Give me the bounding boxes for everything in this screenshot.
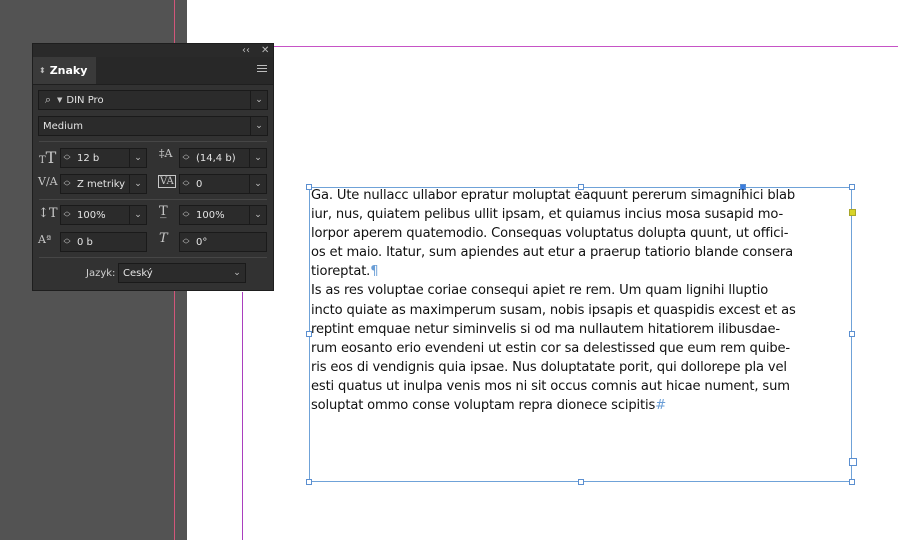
leading-icon: ‡A <box>159 147 173 160</box>
close-icon[interactable]: ✕ <box>261 44 269 57</box>
chevron-down-icon[interactable]: ⌄ <box>250 91 267 109</box>
chevron-down-icon[interactable]: ⌄ <box>249 149 266 167</box>
body-text[interactable]: Ga. Ute nullacc ullabor epratur moluptat… <box>311 186 855 415</box>
language-select[interactable]: Český ⌄ <box>118 263 246 283</box>
baseline-shift-icon: Aª <box>38 233 52 246</box>
text-line: Ga. Ute nullacc ullabor epratur moluptat… <box>311 188 796 203</box>
divider <box>39 199 267 200</box>
text-line: lorpor aperem quatemodio. Consequas volu… <box>311 226 789 242</box>
divider <box>39 141 267 142</box>
stepper-icon[interactable]: ︿ ﹀ <box>180 177 192 191</box>
skew-field[interactable]: ︿ ﹀ 0° <box>179 232 267 252</box>
horizontal-scale-value: 100% <box>196 209 225 221</box>
stepper-icon[interactable]: ︿ ﹀ <box>180 151 192 165</box>
search-icon: ⌕ <box>44 93 52 106</box>
tab-reorder-icon: ⬍ <box>39 66 46 75</box>
margin-guide-left <box>242 292 243 540</box>
font-family-value: DIN Pro <box>66 94 104 106</box>
font-size-icon: TT <box>39 148 57 167</box>
text-line: incto quiate as maximperum susam, nobis … <box>311 302 796 318</box>
font-size-field[interactable]: ︿ ﹀ 12 b ⌄ <box>60 148 147 168</box>
panel-tab-row: ⬍ Znaky <box>33 57 273 85</box>
text-line: esti quatus ut inulpa venis mos ni sit o… <box>311 378 790 394</box>
end-of-story-mark: # <box>655 398 667 414</box>
chevron-down-icon[interactable]: ⌄ <box>250 117 267 135</box>
kerning-icon: V/A <box>38 175 58 188</box>
text-line-group: tioreptat.¶ <box>311 262 855 281</box>
baseline-shift-value: 0 b <box>77 236 93 248</box>
vertical-scale-field[interactable]: ︿ ﹀ 100% ⌄ <box>60 205 147 225</box>
tracking-icon: VA <box>158 175 176 188</box>
divider <box>39 257 267 258</box>
kerning-value: Z metriky <box>77 178 126 190</box>
vertical-scale-icon: ↕T <box>38 206 58 221</box>
language-value: Český <box>123 267 153 279</box>
font-size-value: 12 b <box>77 152 100 164</box>
tab-label: Znaky <box>49 64 88 77</box>
skew-value: 0° <box>196 236 208 248</box>
vertical-scale-value: 100% <box>77 209 106 221</box>
text-line: os et maio. Itatur, sum apiendes aut etu… <box>311 245 793 261</box>
baseline-shift-field[interactable]: ︿ ﹀ 0 b <box>60 232 147 252</box>
paragraph-mark: ¶ <box>370 264 379 280</box>
language-label: Jazyk: <box>86 268 116 279</box>
font-family-select[interactable]: ⌕ ▼ DIN Pro ⌄ <box>38 90 268 110</box>
frame-handle-bottom-right[interactable] <box>849 479 855 485</box>
chevron-down-icon[interactable]: ⌄ <box>129 175 146 193</box>
margin-guide-top <box>274 46 898 47</box>
text-line: rum eosanto erio evendeni ut estin cor s… <box>311 340 790 356</box>
panel-menu-icon[interactable] <box>257 65 267 74</box>
character-panel: ‹‹ ✕ ⬍ Znaky ⌕ ▼ DIN Pro ⌄ Medium ⌄ TT ︿… <box>32 43 274 291</box>
collapse-panel-icon[interactable]: ‹‹ <box>242 44 250 57</box>
horizontal-scale-field[interactable]: ︿ ﹀ 100% ⌄ <box>179 205 267 225</box>
text-line: Is as res voluptae coriae consequi apiet… <box>311 283 769 299</box>
chevron-down-icon[interactable]: ⌄ <box>229 264 245 282</box>
text-line: reptint emquae netur siminvelis si od ma… <box>311 321 780 337</box>
chevron-down-icon[interactable]: ⌄ <box>249 206 266 224</box>
kerning-field[interactable]: ︿ ﹀ Z metriky ⌄ <box>60 174 147 194</box>
text-line: ris eos di vendignis quia ipsae. Nus dol… <box>311 359 787 375</box>
tracking-field[interactable]: ︿ ﹀ 0 ⌄ <box>179 174 267 194</box>
stepper-icon[interactable]: ︿ ﹀ <box>180 208 192 222</box>
stepper-icon[interactable]: ︿ ﹀ <box>61 208 73 222</box>
chevron-down-icon[interactable]: ⌄ <box>249 175 266 193</box>
horizontal-scale-icon: T̲ <box>159 204 168 219</box>
chevron-down-icon[interactable]: ⌄ <box>129 149 146 167</box>
tab-characters[interactable]: ⬍ Znaky <box>33 57 96 84</box>
tracking-value: 0 <box>196 178 203 190</box>
frame-corner-handle[interactable] <box>849 458 857 466</box>
font-style-value: Medium <box>43 120 83 132</box>
text-line: iur, nus, quiatem pelibus ullit ipsam, e… <box>311 207 784 223</box>
chevron-down-icon[interactable]: ⌄ <box>129 206 146 224</box>
frame-handle-bottom-middle[interactable] <box>578 479 584 485</box>
text-line: tioreptat. <box>311 264 371 280</box>
text-line: soluptat ommo conse voluptam repra dione… <box>311 398 656 414</box>
stepper-icon[interactable]: ︿ ﹀ <box>61 235 73 249</box>
skew-icon: T <box>159 231 168 246</box>
leading-field[interactable]: ︿ ﹀ (14,4 b) ⌄ <box>179 148 267 168</box>
frame-handle-bottom-left[interactable] <box>306 479 312 485</box>
font-style-select[interactable]: Medium ⌄ <box>38 116 268 136</box>
stepper-icon[interactable]: ︿ ﹀ <box>61 177 73 191</box>
leading-value: (14,4 b) <box>196 152 236 164</box>
panel-topbar[interactable]: ‹‹ ✕ <box>33 44 273 57</box>
stepper-icon[interactable]: ︿ ﹀ <box>180 235 192 249</box>
stepper-icon[interactable]: ︿ ﹀ <box>61 151 73 165</box>
text-line-group: soluptat ommo conse voluptam repra dione… <box>311 396 855 415</box>
